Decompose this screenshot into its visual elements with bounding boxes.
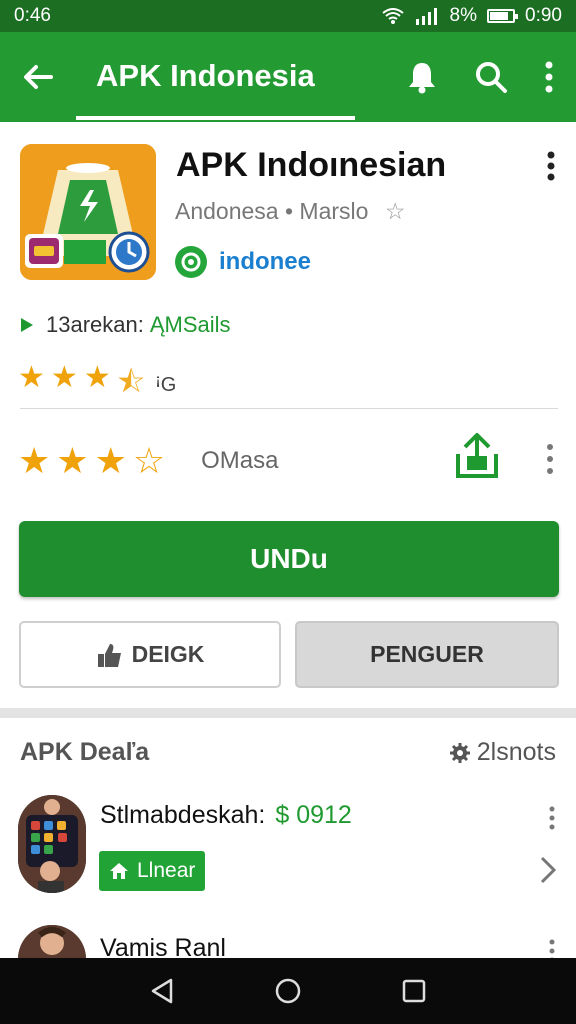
status-time: 0:46	[14, 5, 51, 26]
section-separator	[0, 708, 576, 718]
status-clock-right: 0:90	[525, 5, 562, 26]
list-item-tag-label: Llnear	[137, 859, 196, 882]
appbar-title[interactable]: APK Indonesia	[76, 32, 355, 122]
developer-badge-icon	[175, 246, 207, 278]
app-subtitle-text: Andonesa • Marslo	[175, 198, 369, 224]
secondary-left-button[interactable]: DEIGK	[19, 621, 281, 688]
wishlist-star-icon[interactable]: ☆	[385, 198, 406, 224]
section-action-label: 2lsnots	[476, 738, 556, 766]
install-button[interactable]: UNDu	[19, 521, 559, 597]
star-full-icon[interactable]: ★	[56, 440, 88, 482]
info-accent: ĄMSails	[149, 312, 231, 337]
star-full-icon: ★	[50, 361, 78, 394]
info-prefix: 13arekan:	[46, 312, 144, 337]
star-full-icon: ★	[83, 361, 111, 394]
more-vert-icon	[547, 151, 555, 181]
app-bar: APK Indonesia	[0, 32, 576, 122]
list-item-tag[interactable]: Llnear	[99, 851, 206, 891]
app-info-line: 13arekan: ĄMSails	[20, 312, 231, 338]
play-icon	[21, 318, 33, 332]
share-button[interactable]	[452, 430, 502, 482]
star-empty-icon[interactable]: ☆	[133, 440, 165, 482]
gear-icon	[449, 742, 470, 763]
section-action[interactable]: 2lsnots	[449, 738, 556, 767]
home-tag-icon	[110, 863, 128, 879]
wifi-icon	[381, 8, 404, 24]
search-icon[interactable]	[474, 60, 508, 94]
list-item-chevron[interactable]	[540, 856, 557, 892]
more-vert-icon	[547, 444, 553, 474]
list-item-price: $ 0912	[275, 801, 352, 829]
star-half-icon: ⯪	[116, 366, 146, 399]
signal-icon	[415, 8, 437, 25]
star-full-icon[interactable]: ★	[18, 440, 50, 482]
list-item-name: Stlmabdeskah:	[100, 801, 266, 829]
secondary-right-button[interactable]: PENGUER	[295, 621, 559, 688]
list-item-more-button[interactable]	[548, 805, 556, 838]
more-vert-icon[interactable]	[544, 60, 554, 94]
nav-home-icon[interactable]	[274, 977, 302, 1005]
divider	[20, 408, 558, 409]
rating-tail: ꜟG	[155, 374, 177, 396]
nav-recents-icon[interactable]	[401, 978, 427, 1004]
share-icon	[456, 433, 498, 478]
star-full-icon[interactable]: ★	[95, 440, 127, 482]
battery-icon	[487, 9, 519, 23]
battery-percent: 8%	[449, 5, 478, 26]
bell-icon[interactable]	[406, 60, 438, 94]
secondary-left-label: DEIGK	[131, 641, 205, 667]
back-arrow-icon	[24, 65, 53, 89]
status-right: 8% 0:90	[381, 5, 562, 27]
list-item-title[interactable]: Stlmabdeskah: $ 0912	[100, 801, 352, 830]
chevron-right-icon	[540, 856, 557, 884]
section-title: APK Deaľa	[20, 738, 150, 766]
app-more-button[interactable]	[546, 150, 556, 188]
app-subtitle: Andonesa • Marslo ☆	[175, 198, 405, 225]
appbar-actions	[406, 60, 576, 94]
nav-back-icon[interactable]	[149, 977, 175, 1005]
rating-stars: ★ ★ ★ ⯪	[18, 360, 145, 411]
user-rating-row: ★ ★ ★ ☆ OMasa	[18, 440, 278, 482]
app-name: APK Indoınesian	[176, 146, 447, 184]
rating-summary: ★ ★ ★ ⯪ ꜟG	[18, 360, 176, 411]
status-bar: 0:46 8% 0:90	[0, 0, 576, 32]
app-icon	[20, 144, 156, 280]
avatar	[18, 795, 86, 893]
rating-more-button[interactable]	[546, 442, 554, 482]
developer-name: indonee	[219, 248, 312, 275]
system-nav-bar	[0, 958, 576, 1024]
back-button[interactable]	[0, 64, 76, 90]
thumb-icon	[97, 643, 121, 667]
more-vert-icon	[549, 806, 555, 830]
app-developer[interactable]: indonee	[175, 246, 311, 278]
rating-label: OMasa	[201, 447, 279, 474]
star-full-icon: ★	[18, 361, 45, 394]
